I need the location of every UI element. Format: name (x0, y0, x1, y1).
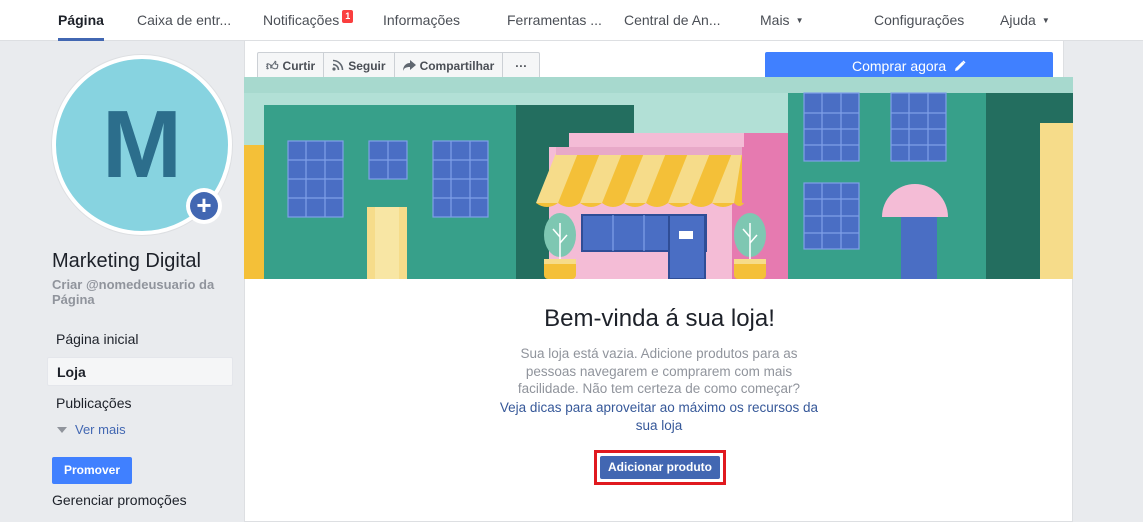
buy-now-label: Comprar agora (851, 58, 947, 74)
tab-help[interactable]: Ajuda ▼ (1000, 0, 1050, 40)
tab-label: Ajuda (1000, 12, 1036, 28)
sidebar-item-posts[interactable]: Publicações (47, 389, 233, 418)
tab-label: Central de An... (624, 12, 721, 28)
page-name: Marketing Digital (52, 250, 201, 272)
thumbs-up-icon: 👍︎ (266, 59, 279, 73)
triangle-down-icon (57, 427, 67, 433)
follow-button[interactable]: Seguir (324, 53, 395, 79)
shop-cover-illustration (244, 77, 1073, 279)
tab-tools[interactable]: Ferramentas ... (507, 0, 602, 40)
plus-icon: + (190, 192, 218, 220)
shop-tips-link[interactable]: Veja dicas para aproveitar ao máximo os … (489, 399, 829, 434)
caret-down-icon: ▼ (1041, 16, 1050, 25)
share-arrow-icon (402, 53, 416, 79)
buy-now-button[interactable]: Comprar agora (765, 52, 1053, 80)
sidebar-item-label: Publicações (56, 395, 132, 411)
tab-label: Informações (383, 12, 461, 28)
tab-label: Ferramentas ... (507, 12, 602, 28)
like-label: Curtir (282, 59, 316, 73)
more-options-button[interactable]: ··· (503, 53, 539, 79)
add-photo-button[interactable]: + (186, 188, 222, 224)
more-dots-icon: ··· (515, 59, 528, 73)
tab-label: Caixa de entr... (137, 12, 232, 28)
tab-pagina[interactable]: Página (58, 0, 104, 41)
action-button-group: 👍︎ Curtir Seguir Compartilhar ··· (257, 52, 541, 80)
tab-label: Configurações (874, 12, 965, 28)
manage-promotions-link[interactable]: Gerenciar promoções (52, 492, 187, 508)
see-more-label: Ver mais (75, 422, 126, 437)
promote-button[interactable]: Promover (52, 457, 132, 484)
tab-notifications[interactable]: Notificações 1 (263, 0, 354, 40)
create-username-link[interactable]: Criar @nomedeusuario da Página (52, 277, 242, 307)
shop-empty-description: Sua loja está vazia. Adicione produtos p… (517, 346, 801, 396)
sidebar-item-label: Página inicial (56, 331, 139, 347)
shop-welcome-title: Bem-vinda á sua loja! (544, 305, 775, 332)
tab-inbox[interactable]: Caixa de entr... (137, 0, 231, 40)
pencil-icon (954, 58, 966, 74)
notification-badge: 1 (342, 10, 354, 23)
tab-settings[interactable]: Configurações (874, 0, 964, 40)
tab-ads-center[interactable]: Central de An... (624, 0, 721, 40)
page-top-nav: Página Caixa de entr... Notificações 1 In… (0, 0, 1143, 41)
tab-label: Página (58, 12, 104, 28)
tab-label: Mais (760, 12, 790, 28)
add-product-button[interactable]: Adicionar produto (600, 456, 720, 479)
follow-label: Seguir (348, 59, 386, 73)
sidebar-item-shop[interactable]: Loja (47, 357, 233, 386)
sidebar-item-home[interactable]: Página inicial (47, 325, 233, 354)
add-product-highlight: Adicionar produto (594, 450, 726, 485)
tab-label: Notificações (263, 12, 340, 28)
caret-down-icon: ▼ (795, 16, 804, 25)
like-button[interactable]: 👍︎ Curtir (258, 53, 325, 79)
rss-icon (332, 53, 344, 79)
sidebar-item-label: Loja (57, 364, 86, 380)
tab-insights[interactable]: Informações (383, 0, 460, 40)
share-button[interactable]: Compartilhar (395, 53, 504, 79)
share-label: Compartilhar (419, 59, 495, 73)
see-more-link[interactable]: Ver mais (57, 422, 126, 437)
tab-more[interactable]: Mais ▼ (760, 0, 803, 40)
shop-empty-panel: Bem-vinda á sua loja! Sua loja está vazi… (244, 279, 1073, 522)
